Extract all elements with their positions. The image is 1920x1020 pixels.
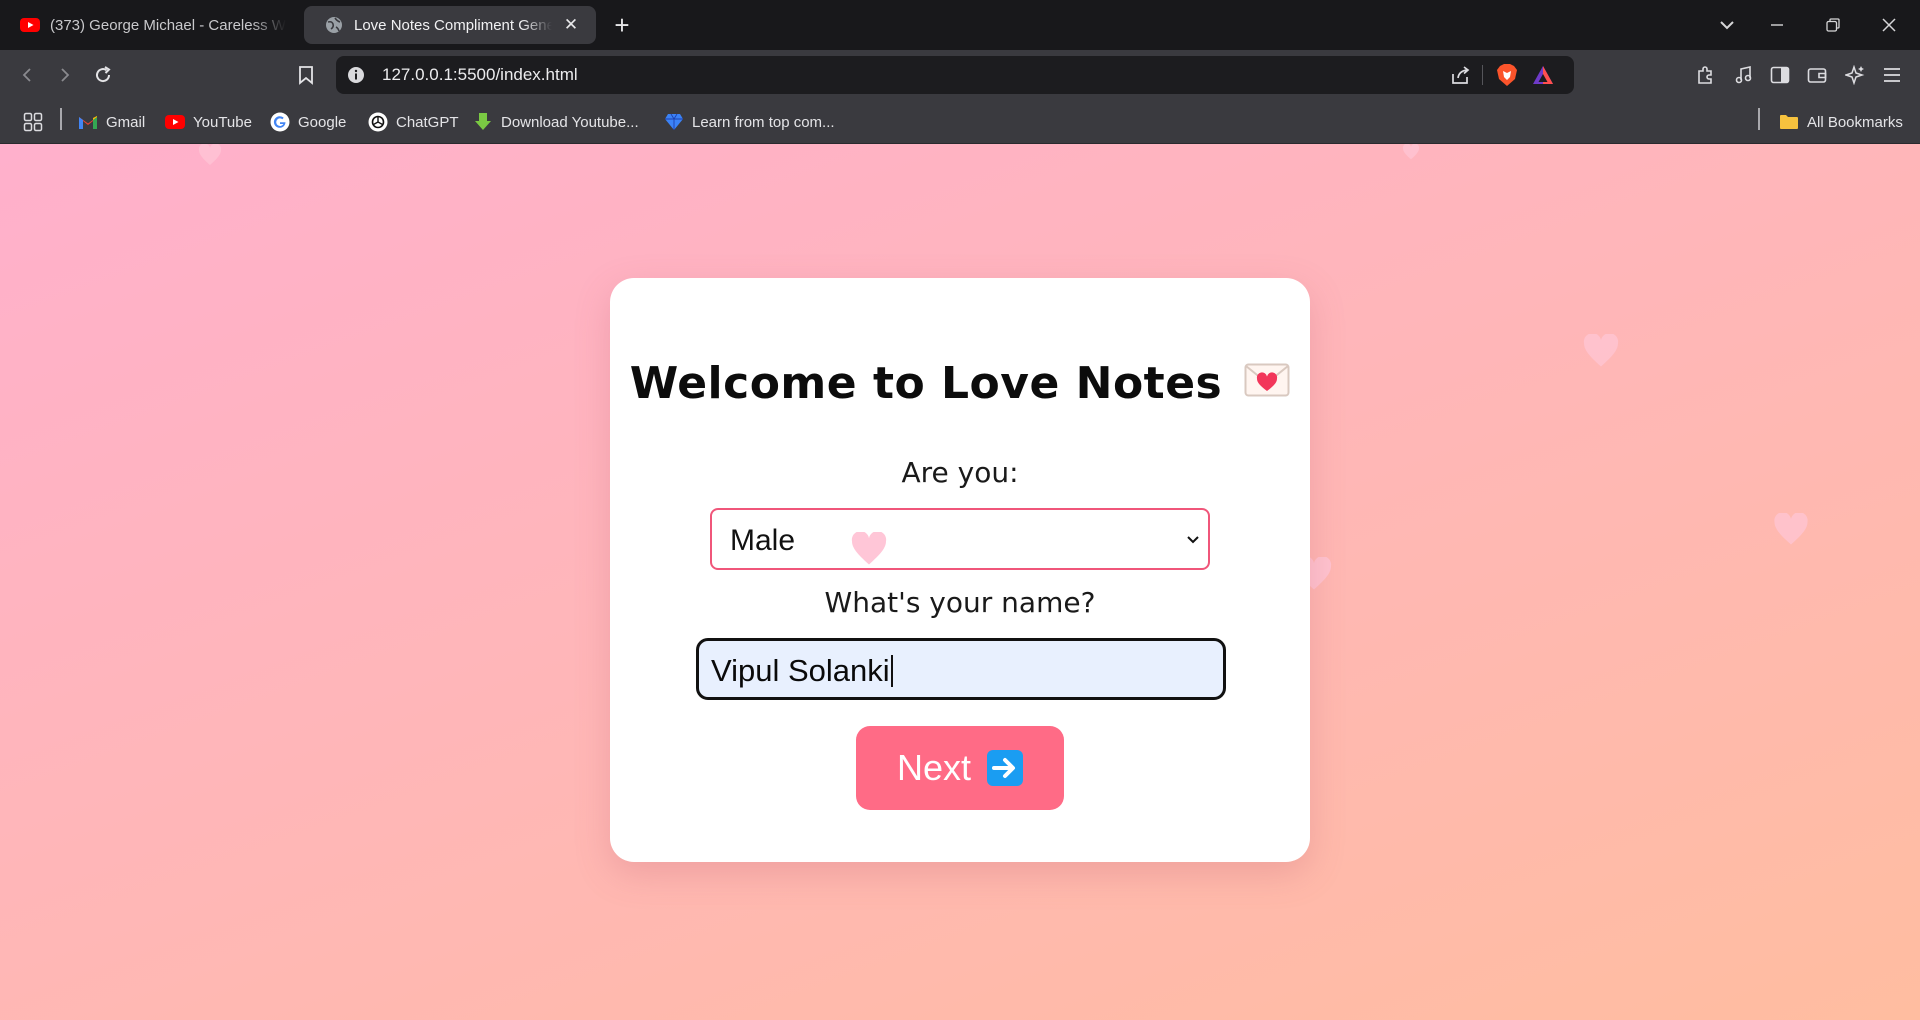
gender-select-value: Male — [730, 524, 796, 557]
restore-icon[interactable] — [1818, 10, 1848, 40]
name-input-value: Vipul Solanki — [711, 653, 893, 689]
share-icon[interactable] — [1450, 65, 1472, 90]
google-icon — [270, 112, 290, 132]
sidebar-icon[interactable] — [1765, 60, 1795, 90]
close-tab-icon[interactable]: ✕ — [560, 15, 582, 35]
bookmark-learn[interactable]: Learn from top com... — [664, 111, 835, 133]
media-icon[interactable] — [1728, 60, 1758, 90]
chevron-down-icon — [1186, 532, 1200, 550]
next-button[interactable]: Next — [856, 726, 1064, 810]
divider — [1758, 108, 1760, 130]
name-label: What's your name? — [824, 586, 1096, 619]
minimize-icon[interactable] — [1762, 10, 1792, 40]
url-text[interactable]: 127.0.0.1:5500/index.html — [382, 65, 578, 85]
brave-shields-icon[interactable] — [1496, 63, 1518, 92]
next-button-label: Next — [896, 747, 972, 788]
name-input[interactable]: Vipul Solanki — [696, 638, 1226, 700]
heart-icon — [198, 144, 222, 165]
new-tab-button[interactable]: + — [608, 12, 636, 40]
love-letter-icon — [1244, 357, 1290, 408]
menu-icon[interactable] — [1877, 60, 1907, 90]
gem-icon — [664, 112, 684, 132]
tab-title: (373) George Michael - Careless Whisper — [50, 16, 286, 34]
bookmark-label: Learn from top com... — [692, 113, 835, 131]
reload-icon[interactable] — [88, 60, 118, 90]
text-caret — [890, 654, 893, 687]
bookmark-chatgpt[interactable]: ChatGPT — [368, 111, 459, 133]
tab-love-notes[interactable]: Love Notes Compliment Generator ✕ — [304, 6, 596, 44]
youtube-icon — [165, 112, 185, 132]
wallet-icon[interactable] — [1802, 60, 1832, 90]
brave-rewards-icon[interactable] — [1532, 65, 1554, 90]
divider — [1482, 65, 1483, 85]
bookmark-label: ChatGPT — [396, 113, 459, 131]
heart-icon — [1583, 334, 1619, 367]
bookmark-google[interactable]: Google — [270, 111, 346, 133]
address-bar[interactable]: 127.0.0.1:5500/index.html — [336, 56, 1574, 94]
bookmark-label: Download Youtube... — [501, 113, 639, 131]
bookmark-youtube[interactable]: YouTube — [165, 111, 252, 133]
globe-icon — [324, 15, 344, 35]
site-info-icon[interactable] — [346, 65, 366, 85]
close-window-icon[interactable] — [1874, 10, 1904, 40]
download-icon — [473, 112, 493, 132]
bookmark-label: Gmail — [106, 113, 146, 131]
forward-icon[interactable] — [50, 60, 80, 90]
tab-search-icon[interactable] — [1712, 10, 1742, 40]
leo-ai-icon[interactable] — [1840, 60, 1870, 90]
youtube-icon — [20, 15, 40, 35]
bookmark-page-icon[interactable] — [291, 60, 321, 90]
heart-icon — [851, 532, 887, 565]
heart-icon — [1774, 513, 1808, 545]
title-text: Welcome to Love Notes — [629, 358, 1223, 409]
page-title: Welcome to Love Notes — [610, 358, 1310, 412]
extensions-icon[interactable] — [1690, 60, 1720, 90]
page-viewport: Welcome to Love Notes Are you: Male What… — [0, 144, 1920, 1020]
gender-select[interactable]: Male — [710, 508, 1210, 570]
tab-title: Love Notes Compliment Generator — [354, 16, 552, 34]
bookmark-download-youtube[interactable]: Download Youtube... — [473, 111, 639, 133]
gender-label: Are you: — [901, 456, 1019, 489]
chatgpt-icon — [368, 112, 388, 132]
bookmark-label: YouTube — [193, 113, 252, 131]
right-arrow-icon — [987, 750, 1024, 786]
all-bookmarks[interactable]: All Bookmarks — [1779, 111, 1903, 133]
divider — [60, 108, 62, 130]
gmail-icon — [78, 112, 98, 132]
apps-icon[interactable] — [18, 107, 48, 137]
tab-youtube[interactable]: (373) George Michael - Careless Whisper — [0, 6, 300, 44]
folder-icon — [1779, 112, 1799, 132]
back-icon[interactable] — [12, 60, 42, 90]
heart-icon — [1402, 144, 1420, 160]
tab-strip: (373) George Michael - Careless Whisper … — [0, 0, 1920, 50]
bookmark-gmail[interactable]: Gmail — [78, 111, 145, 133]
bookmark-label: Google — [298, 113, 347, 131]
welcome-card: Welcome to Love Notes Are you: Male What… — [610, 278, 1310, 862]
bookmark-label: All Bookmarks — [1807, 113, 1903, 131]
